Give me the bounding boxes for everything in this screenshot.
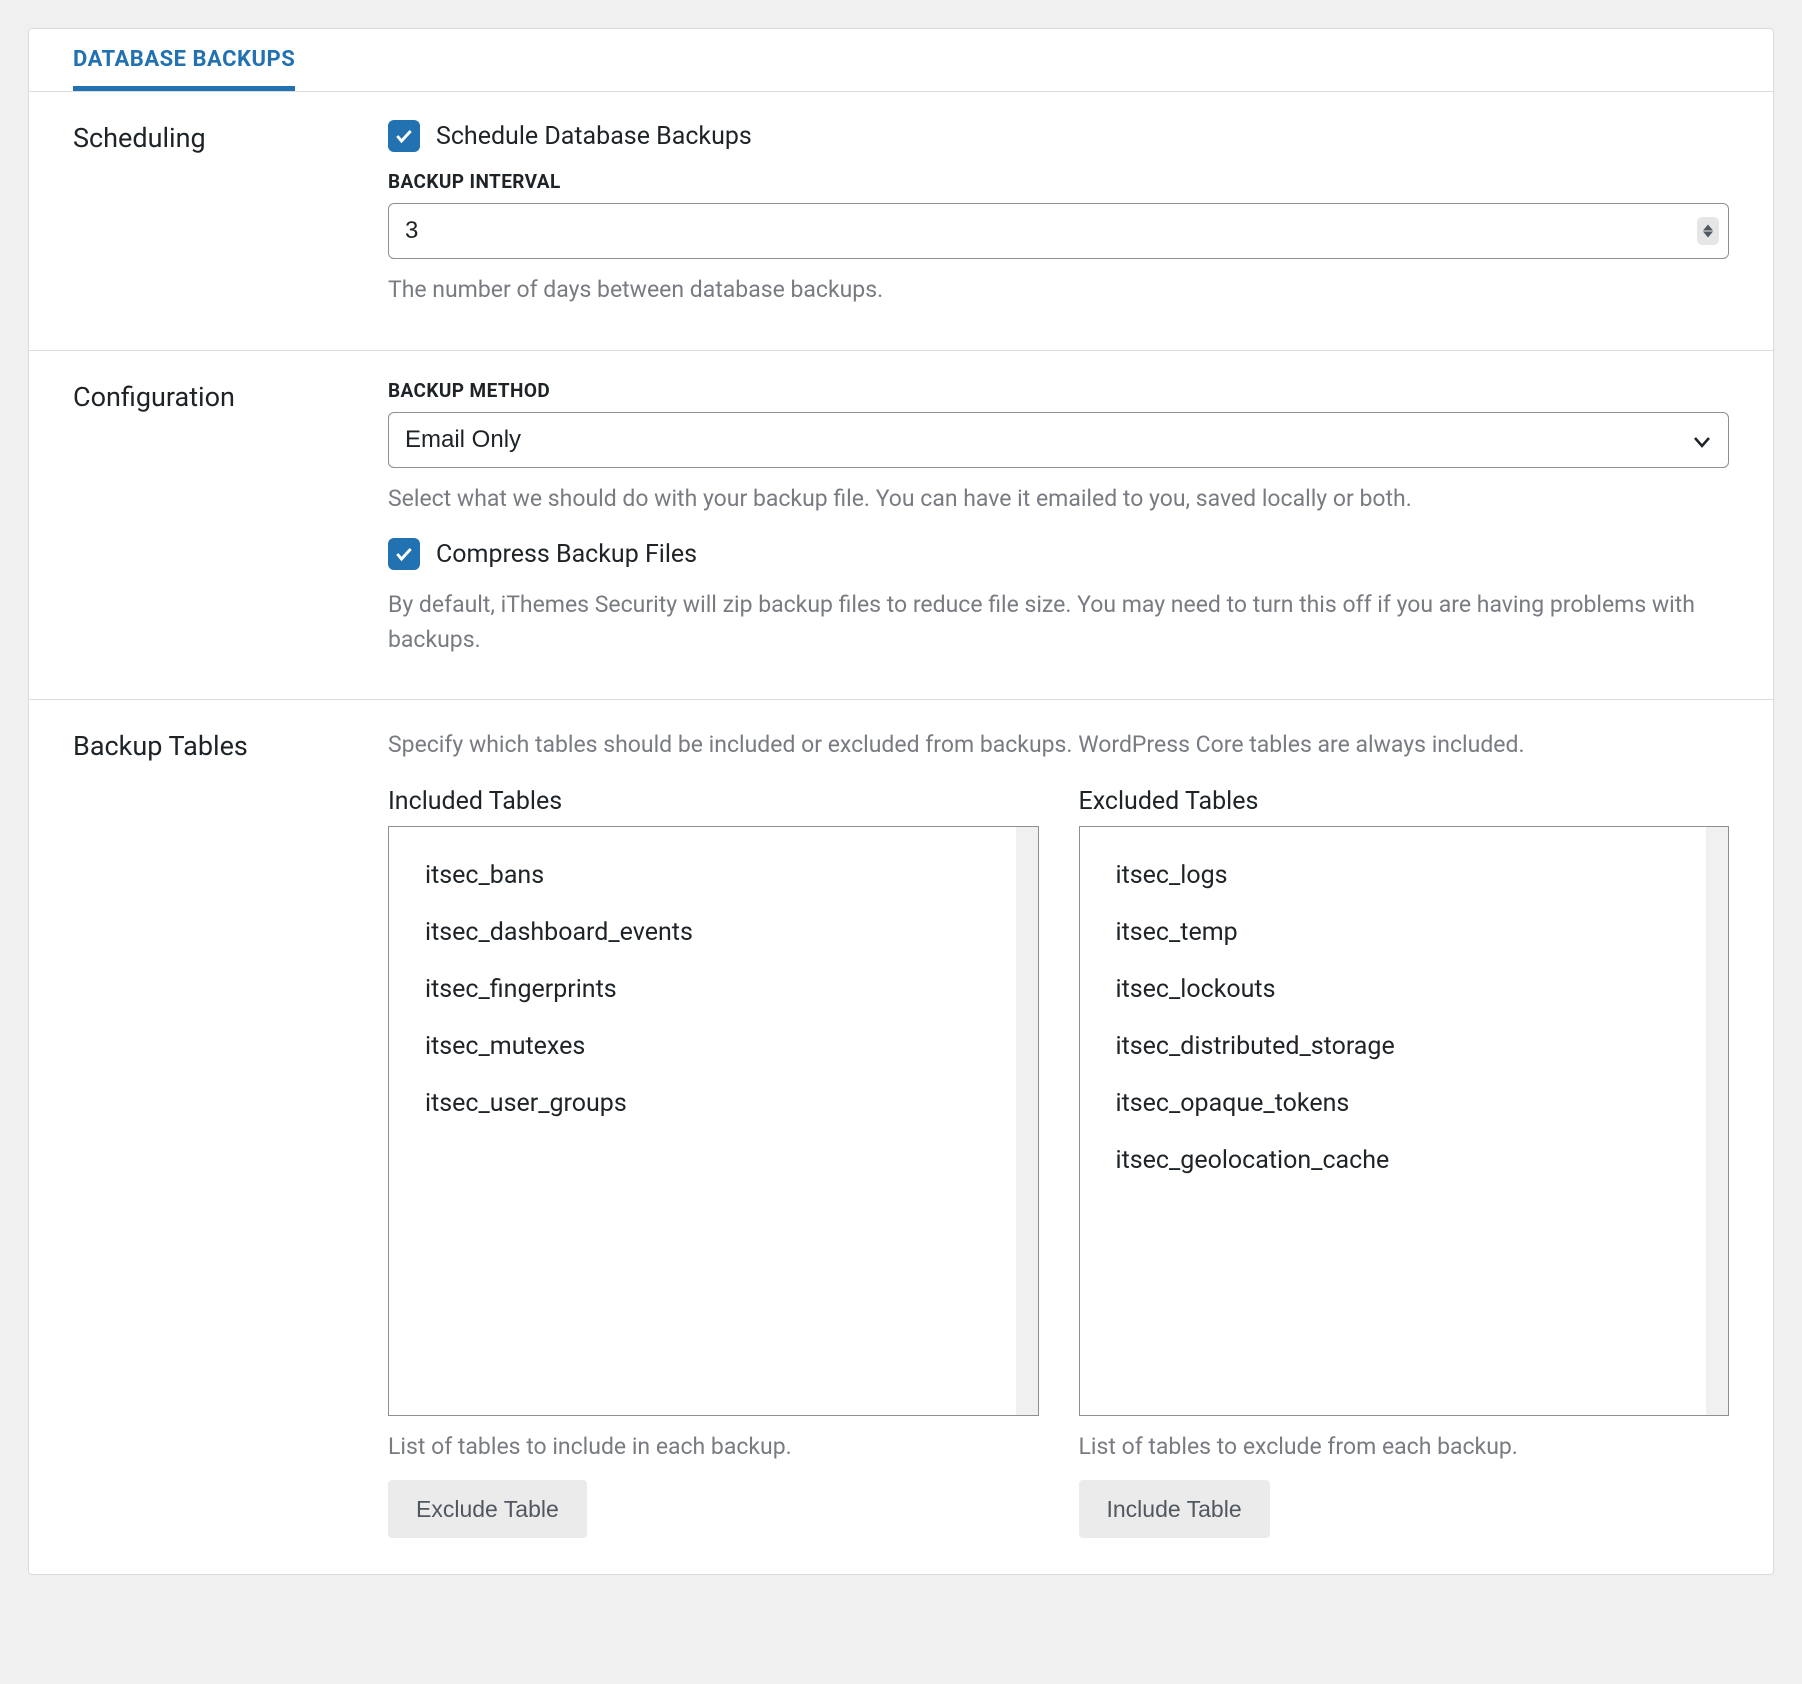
section-backup-tables: Backup Tables Specify which tables shoul…	[29, 700, 1773, 1574]
schedule-backups-checkbox[interactable]	[388, 120, 420, 152]
backup-method-label: BACKUP METHOD	[388, 379, 1729, 402]
backup-interval-label: BACKUP INTERVAL	[388, 170, 1729, 193]
backup-tables-intro: Specify which tables should be included …	[388, 728, 1729, 763]
backup-method-help: Select what we should do with your backu…	[388, 482, 1729, 517]
list-item[interactable]: itsec_bans	[389, 847, 1016, 904]
tabs-bar: DATABASE BACKUPS	[29, 29, 1773, 92]
excluded-tables-help: List of tables to exclude from each back…	[1079, 1430, 1730, 1465]
chevron-down-icon	[1703, 231, 1713, 238]
settings-panel: DATABASE BACKUPS Scheduling Schedule Dat…	[28, 28, 1774, 1575]
list-item[interactable]: itsec_lockouts	[1080, 961, 1707, 1018]
included-tables-help: List of tables to include in each backup…	[388, 1430, 1039, 1465]
list-item[interactable]: itsec_temp	[1080, 904, 1707, 961]
check-icon	[394, 126, 414, 146]
scrollbar[interactable]	[1016, 827, 1038, 1415]
excluded-tables-listbox[interactable]: itsec_logsitsec_tempitsec_lockoutsitsec_…	[1079, 826, 1730, 1416]
section-title-scheduling: Scheduling	[73, 120, 348, 314]
include-table-button[interactable]: Include Table	[1079, 1480, 1270, 1538]
section-title-backup-tables: Backup Tables	[73, 728, 348, 1538]
chevron-up-icon	[1703, 224, 1713, 231]
list-item[interactable]: itsec_geolocation_cache	[1080, 1132, 1707, 1189]
compress-files-checkbox[interactable]	[388, 538, 420, 570]
list-item[interactable]: itsec_distributed_storage	[1080, 1018, 1707, 1075]
section-scheduling: Scheduling Schedule Database Backups BAC…	[29, 92, 1773, 351]
exclude-table-button[interactable]: Exclude Table	[388, 1480, 587, 1538]
list-item[interactable]: itsec_mutexes	[389, 1018, 1016, 1075]
list-item[interactable]: itsec_logs	[1080, 847, 1707, 904]
compress-files-help: By default, iThemes Security will zip ba…	[388, 588, 1729, 657]
section-title-configuration: Configuration	[73, 379, 348, 664]
excluded-tables-heading: Excluded Tables	[1079, 787, 1730, 816]
list-item[interactable]: itsec_fingerprints	[389, 961, 1016, 1018]
included-tables-heading: Included Tables	[388, 787, 1039, 816]
scrollbar[interactable]	[1706, 827, 1728, 1415]
check-icon	[394, 544, 414, 564]
schedule-backups-label: Schedule Database Backups	[436, 122, 752, 151]
tab-database-backups[interactable]: DATABASE BACKUPS	[73, 29, 295, 91]
list-item[interactable]: itsec_dashboard_events	[389, 904, 1016, 961]
excluded-tables-column: Excluded Tables itsec_logsitsec_tempitse…	[1079, 787, 1730, 1539]
backup-method-select[interactable]: Email Only	[388, 412, 1729, 468]
section-configuration: Configuration BACKUP METHOD Email Only S…	[29, 351, 1773, 701]
compress-files-label: Compress Backup Files	[436, 540, 697, 569]
backup-interval-input[interactable]	[388, 203, 1729, 259]
list-item[interactable]: itsec_user_groups	[389, 1075, 1016, 1132]
backup-interval-help: The number of days between database back…	[388, 273, 1729, 308]
included-tables-listbox[interactable]: itsec_bansitsec_dashboard_eventsitsec_fi…	[388, 826, 1039, 1416]
number-stepper[interactable]	[1697, 217, 1719, 245]
included-tables-column: Included Tables itsec_bansitsec_dashboar…	[388, 787, 1039, 1539]
list-item[interactable]: itsec_opaque_tokens	[1080, 1075, 1707, 1132]
